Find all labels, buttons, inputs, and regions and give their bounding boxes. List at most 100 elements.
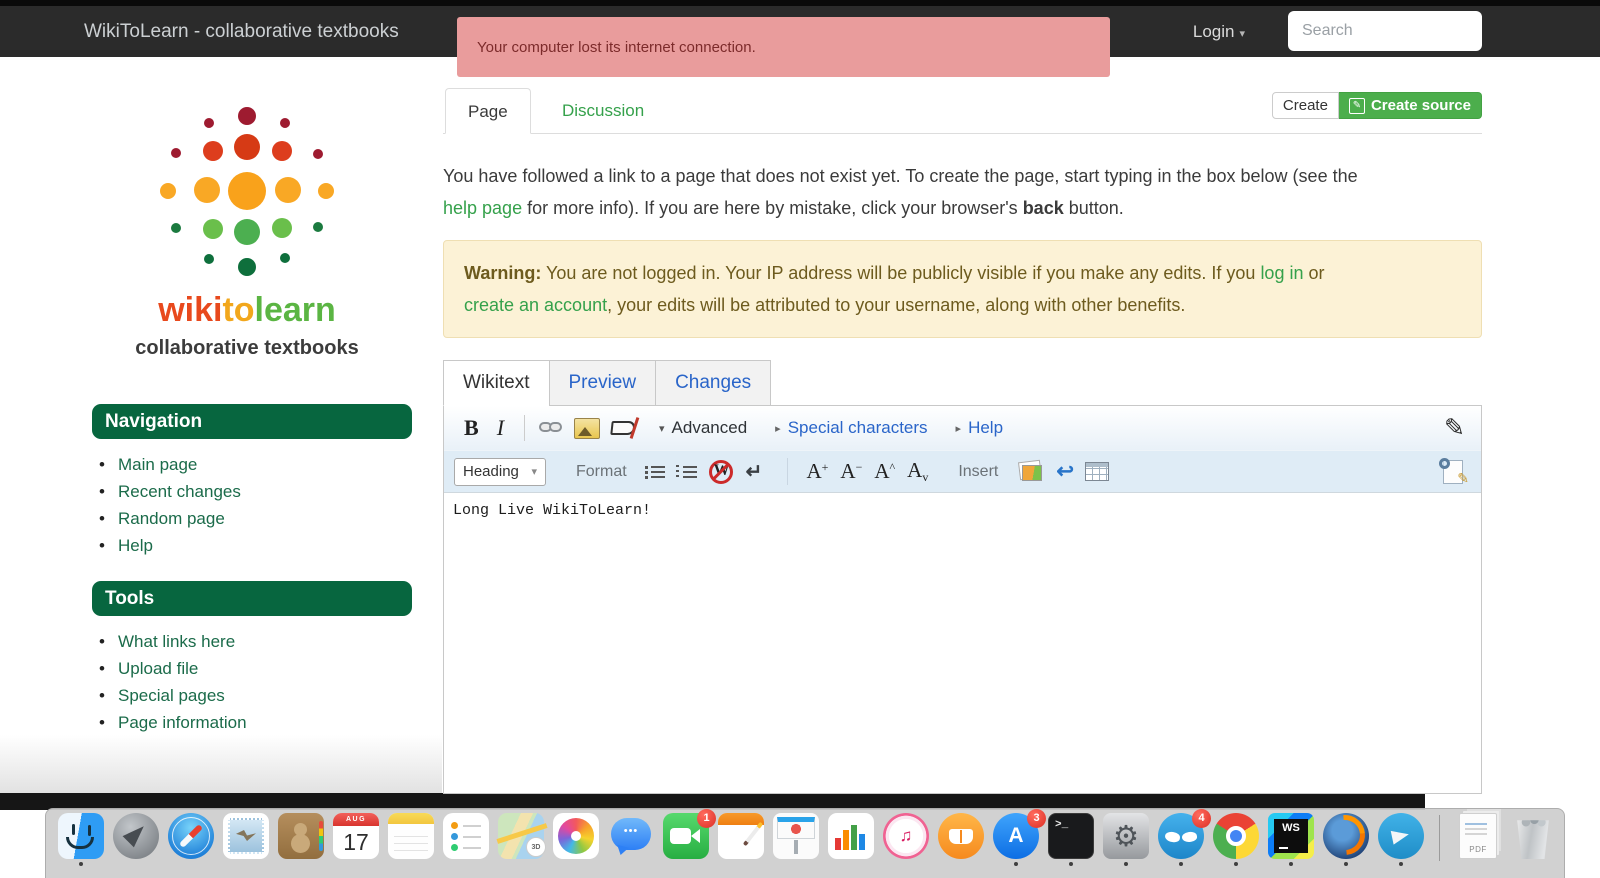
dock-icon-terminal[interactable]: >_ xyxy=(1048,813,1094,859)
dock-slot-safari xyxy=(168,813,214,865)
warning-text: or xyxy=(1303,263,1324,283)
dock-icon-finder[interactable] xyxy=(58,813,104,859)
intro-text: for more info). If you are here by mista… xyxy=(522,198,1023,218)
bold-button[interactable]: B xyxy=(456,415,487,441)
messages-glyph: ••• xyxy=(608,813,654,849)
dock-icon-webstorm[interactable]: WS xyxy=(1268,813,1314,859)
dock-slot-pdf-document: PDF xyxy=(1455,813,1501,865)
site-title[interactable]: WikiToLearn - collaborative textbooks xyxy=(84,6,399,57)
dock-icon-trash[interactable] xyxy=(1515,815,1551,859)
search-input[interactable] xyxy=(1288,11,1482,51)
tab-changes[interactable]: Changes xyxy=(655,360,771,406)
dock-icon-pages[interactable] xyxy=(718,813,764,859)
dock-slot-finder xyxy=(58,813,104,865)
sidebar-item-special-pages[interactable]: Special pages xyxy=(118,686,225,705)
log-in-link[interactable]: log in xyxy=(1260,263,1303,283)
dock-icon-numbers[interactable] xyxy=(828,813,874,859)
running-indicator xyxy=(1289,862,1293,866)
dock-icon-firefox[interactable] xyxy=(1323,813,1369,859)
notification-badge: 1 xyxy=(697,809,716,828)
big-text-button[interactable]: A+ xyxy=(806,459,828,484)
sidebar-item-recent-changes[interactable]: Recent changes xyxy=(118,482,241,501)
dock-icon-launchpad[interactable] xyxy=(113,813,159,859)
sidebar-item-main-page[interactable]: Main page xyxy=(118,455,197,474)
running-indicator xyxy=(1069,862,1073,866)
nowiki-icon[interactable]: W xyxy=(708,459,734,485)
dock-slot-contacts xyxy=(278,813,324,865)
font-size-group: A+ A− A^ Av xyxy=(787,458,928,485)
dock-icon-system-preferences[interactable]: ⚙ xyxy=(1103,813,1149,859)
magnifier-glyph xyxy=(1439,458,1450,469)
help-toggle[interactable]: ▸Help xyxy=(956,418,1004,438)
login-menu[interactable]: Login▾ xyxy=(1193,6,1245,60)
dock-slot-franz: 4 xyxy=(1158,813,1204,865)
subscript-button[interactable]: Av xyxy=(907,458,928,485)
warning-text: You are not logged in. Your IP address w… xyxy=(541,263,1260,283)
advanced-section-toggle[interactable]: ▾Advanced xyxy=(659,418,747,438)
tab-page[interactable]: Page xyxy=(445,88,531,134)
dock-icon-telegram[interactable] xyxy=(1378,813,1424,859)
dock-icon-keynote[interactable] xyxy=(773,813,819,859)
dock-slot-notes xyxy=(388,813,434,865)
sidebar-item-random-page[interactable]: Random page xyxy=(118,509,225,528)
tab-wikitext[interactable]: Wikitext xyxy=(443,360,549,406)
dock-slot-numbers xyxy=(828,813,874,865)
sidebar-item-what-links-here[interactable]: What links here xyxy=(118,632,235,651)
preview-edit-icon[interactable]: ✎ xyxy=(1439,458,1469,485)
list-item: Recent changes xyxy=(92,478,440,505)
dock-icon-ibooks[interactable] xyxy=(938,813,984,859)
wikitext-editor[interactable]: Long Live WikiToLearn! xyxy=(444,492,1481,793)
dock-icon-safari[interactable] xyxy=(168,813,214,859)
embedded-file-icon[interactable] xyxy=(574,418,600,439)
dock-icon-reminders[interactable] xyxy=(443,813,489,859)
list-item: Special pages xyxy=(92,682,440,709)
heading-dropdown[interactable]: Heading▾ xyxy=(454,458,546,486)
numbered-list-icon[interactable] xyxy=(676,464,698,480)
dock-slot-messages: ••• xyxy=(608,813,654,865)
link-icon[interactable] xyxy=(539,421,565,435)
dock-icon-notes[interactable] xyxy=(388,813,434,859)
superscript-button[interactable]: A^ xyxy=(874,459,895,484)
italic-button[interactable]: I xyxy=(487,415,514,441)
dock-icon-photos[interactable] xyxy=(553,813,599,859)
sidebar-section-tools: Tools xyxy=(92,581,412,616)
bulleted-list-icon[interactable] xyxy=(644,464,666,480)
dock-icon-mail[interactable] xyxy=(223,813,269,859)
dock-icon-messages[interactable]: ••• xyxy=(608,813,654,859)
create-account-link[interactable]: create an account xyxy=(464,295,607,315)
terminal-glyph: >_ xyxy=(1049,814,1093,858)
dock-icon-franz[interactable]: 4 xyxy=(1158,813,1204,859)
tab-preview[interactable]: Preview xyxy=(549,360,656,406)
dock-slot-terminal: >_ xyxy=(1048,813,1094,865)
help-page-link[interactable]: help page xyxy=(443,198,522,218)
redirect-icon[interactable]: ↩ xyxy=(1056,459,1074,484)
sidebar-item-help[interactable]: Help xyxy=(118,536,153,555)
small-text-button[interactable]: A− xyxy=(840,459,862,484)
warning-label: Warning: xyxy=(464,263,541,283)
dock-icon-pdf-document[interactable]: PDF xyxy=(1459,813,1497,859)
warning-text: , your edits will be attributed to your … xyxy=(607,295,1185,315)
dock-icon-chrome[interactable] xyxy=(1213,813,1259,859)
dock-icon-maps[interactable]: 3D xyxy=(498,813,544,859)
create-button[interactable]: Create xyxy=(1272,92,1339,119)
dock-slot-calendar: AUG17 xyxy=(333,813,379,865)
dock-slot-webstorm: WS xyxy=(1268,813,1314,865)
dock-icon-contacts[interactable] xyxy=(278,813,324,859)
special-characters-toggle[interactable]: ▸Special characters xyxy=(775,418,927,438)
reference-book-icon[interactable] xyxy=(611,418,639,438)
dock-icon-itunes[interactable]: ♫ xyxy=(883,813,929,859)
sidebar-item-page-information[interactable]: Page information xyxy=(118,713,247,732)
tab-discussion[interactable]: Discussion xyxy=(538,88,668,133)
maps-glyph: 3D xyxy=(526,837,546,857)
sidebar-item-upload-file[interactable]: Upload file xyxy=(118,659,198,678)
dock-icon-facetime[interactable]: 1 xyxy=(663,813,709,859)
create-source-button[interactable]: ✎Create source xyxy=(1339,92,1482,119)
dock-icon-calendar[interactable]: AUG17 xyxy=(333,813,379,859)
newline-icon[interactable]: ↵ xyxy=(746,459,763,484)
table-icon[interactable] xyxy=(1085,462,1109,481)
intro-text: You have followed a link to a page that … xyxy=(443,166,1358,186)
running-indicator xyxy=(1399,862,1403,866)
page-tabs-bar: Page Discussion Create ✎Create source xyxy=(443,88,1482,134)
dock-icon-appstore[interactable]: A3 xyxy=(993,813,1039,859)
gallery-icon[interactable] xyxy=(1016,461,1044,482)
